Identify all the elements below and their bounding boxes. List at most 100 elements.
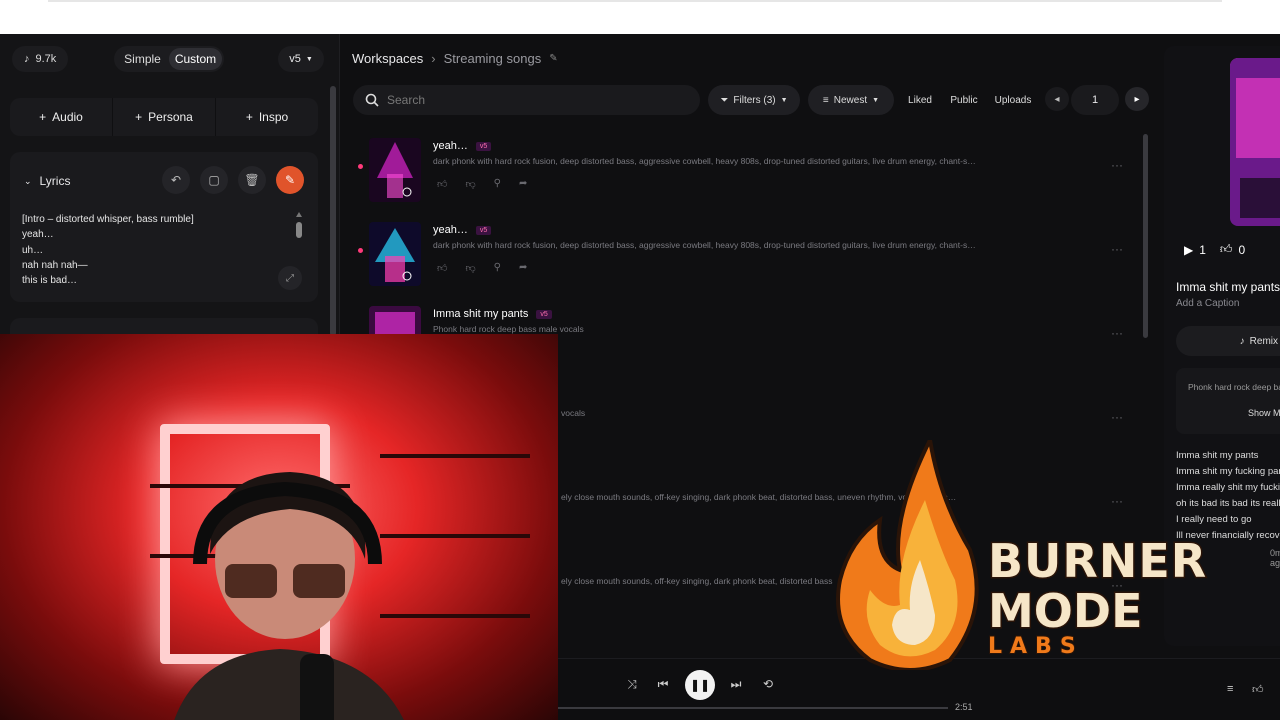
next-track-icon[interactable]: ⏭ bbox=[725, 673, 747, 695]
page-number[interactable]: 1 bbox=[1071, 85, 1119, 115]
breadcrumb-current: Streaming songs bbox=[443, 51, 542, 66]
song-row[interactable]: yeah… v5 dark phonk with hard rock fusion… bbox=[357, 134, 1137, 206]
song-description: dark phonk with hard rock fusion, deep d… bbox=[433, 156, 976, 166]
credits-count: 9.7k bbox=[35, 53, 57, 65]
public-filter[interactable]: Public bbox=[945, 85, 983, 115]
song-description: Phonk hard rock deep bass male vocals bbox=[433, 324, 584, 334]
version-select[interactable]: v5 ▼ bbox=[278, 46, 324, 72]
show-more-button[interactable]: Show More bbox=[1248, 408, 1280, 418]
thumbs-up-icon: 👍︎ bbox=[1219, 242, 1233, 256]
browser-top-strip bbox=[0, 0, 1280, 34]
search-input[interactable]: Search bbox=[353, 85, 700, 115]
song-artwork[interactable] bbox=[1230, 58, 1280, 226]
chevron-right-icon: ▸ bbox=[1134, 93, 1140, 105]
more-options-icon[interactable]: ··· bbox=[1111, 158, 1123, 172]
style-box: Phonk hard rock deep bass Show More bbox=[1176, 368, 1280, 434]
thumbs-down-icon[interactable]: 👎︎ bbox=[465, 262, 475, 274]
thumbs-up-icon[interactable]: 👍︎ bbox=[437, 178, 447, 190]
track-duration: 2:51 bbox=[955, 702, 973, 712]
undo-icon[interactable]: ↶ bbox=[162, 166, 190, 194]
more-options-icon[interactable]: ··· bbox=[1111, 326, 1123, 340]
share-icon[interactable]: ➦ bbox=[519, 262, 527, 274]
lyrics-header[interactable]: ⌄ Lyrics bbox=[24, 174, 70, 188]
magic-wand-icon[interactable]: ✎ bbox=[276, 166, 304, 194]
add-audio-button[interactable]: + Audio bbox=[10, 98, 113, 136]
lyrics-label: Lyrics bbox=[39, 174, 71, 188]
queue-icon[interactable]: ≡ bbox=[1227, 683, 1233, 695]
pause-icon: ❚❚ bbox=[689, 678, 711, 692]
song-title[interactable]: yeah… bbox=[433, 140, 468, 152]
mode-custom-tab[interactable]: Custom bbox=[169, 48, 222, 70]
credits-badge[interactable]: ♪ 9.7k bbox=[12, 46, 69, 72]
breadcrumb-workspaces[interactable]: Workspaces bbox=[352, 51, 423, 66]
trash-icon[interactable]: 🗑 bbox=[238, 166, 266, 194]
shelf bbox=[380, 454, 530, 458]
filters-button[interactable]: ⏷ Filters (3) ▼ bbox=[708, 85, 800, 115]
left-scrollbar[interactable] bbox=[330, 86, 336, 336]
pin-icon[interactable]: ⚲ bbox=[494, 262, 501, 274]
remix-label: Remix bbox=[1249, 335, 1278, 347]
pause-button[interactable]: ❚❚ bbox=[685, 670, 715, 700]
thumbs-up-icon[interactable]: 👍︎ bbox=[1252, 683, 1264, 696]
song-description: dark phonk with hard rock fusion, deep d… bbox=[433, 240, 976, 250]
like-count[interactable]: 👍︎ 0 bbox=[1220, 242, 1245, 257]
add-inspo-button[interactable]: + Inspo bbox=[216, 98, 318, 136]
expand-icon[interactable]: ⤢ bbox=[278, 266, 302, 290]
thumbs-down-icon[interactable]: 👎︎ bbox=[465, 178, 475, 190]
remix-button[interactable]: ♪ Remix bbox=[1176, 326, 1280, 356]
add-persona-button[interactable]: + Persona bbox=[113, 98, 216, 136]
pencil-icon[interactable]: ✎ bbox=[549, 53, 557, 64]
time-ago: 0m ago bbox=[1270, 548, 1280, 568]
play-icon: ▶ bbox=[1184, 242, 1194, 257]
add-persona-label: Persona bbox=[148, 110, 193, 124]
more-options-icon[interactable]: ··· bbox=[1111, 410, 1123, 424]
thumbs-up-icon[interactable]: 👍︎ bbox=[437, 262, 447, 274]
new-indicator bbox=[358, 248, 363, 253]
sort-label: Newest bbox=[833, 94, 868, 106]
copy-icon[interactable]: ▢ bbox=[200, 166, 228, 194]
share-icon[interactable]: ➦ bbox=[519, 178, 527, 190]
mode-toggle[interactable]: Simple Custom bbox=[114, 46, 224, 72]
logo-word-mode: MODE bbox=[987, 584, 1144, 638]
public-label: Public bbox=[950, 94, 978, 106]
chevron-down-icon: ▼ bbox=[305, 55, 313, 63]
sort-button[interactable]: ≡ Newest ▼ bbox=[808, 85, 894, 115]
lyrics-scrollbar[interactable] bbox=[296, 212, 302, 242]
add-sources-row: + Audio + Persona + Inspo bbox=[10, 98, 318, 136]
repeat-icon[interactable]: ⟲ bbox=[757, 673, 779, 695]
search-icon bbox=[365, 93, 379, 107]
mode-simple-tab[interactable]: Simple bbox=[116, 48, 169, 70]
previous-track-icon[interactable]: ⏮ bbox=[652, 673, 674, 695]
plus-icon: + bbox=[39, 110, 47, 124]
streamer-person bbox=[174, 472, 404, 720]
play-count[interactable]: ▶ 1 bbox=[1184, 243, 1206, 257]
filters-label: Filters (3) bbox=[733, 94, 776, 106]
liked-filter[interactable]: Liked bbox=[902, 85, 938, 115]
burner-mode-labs-logo: BURNER MODE LABS bbox=[830, 440, 1230, 670]
song-title[interactable]: Imma shit my pants bbox=[433, 308, 528, 320]
lyrics-textarea[interactable]: [Intro – distorted whisper, bass rumble]… bbox=[22, 212, 194, 288]
chevron-left-icon: ◂ bbox=[1054, 93, 1060, 105]
search-placeholder: Search bbox=[387, 93, 426, 107]
add-caption[interactable]: Add a Caption bbox=[1176, 298, 1239, 309]
song-cover[interactable] bbox=[369, 222, 421, 286]
next-page-button[interactable]: ▸ bbox=[1125, 87, 1149, 111]
list-scrollbar[interactable] bbox=[1143, 134, 1148, 338]
more-options-icon[interactable]: ··· bbox=[1111, 242, 1123, 256]
song-description: vocals bbox=[561, 408, 586, 418]
song-title[interactable]: yeah… bbox=[433, 224, 468, 236]
uploads-filter[interactable]: Uploads bbox=[991, 85, 1035, 115]
music-note-icon: ♪ bbox=[24, 53, 30, 65]
divider bbox=[48, 0, 1222, 2]
pin-icon[interactable]: ⚲ bbox=[494, 178, 501, 190]
song-cover[interactable] bbox=[369, 138, 421, 202]
add-audio-label: Audio bbox=[52, 110, 83, 124]
progress-track[interactable] bbox=[558, 707, 948, 709]
lyrics-card: ⌄ Lyrics ↶ ▢ 🗑 ✎ [Intro – distorted whis… bbox=[10, 152, 318, 302]
prev-page-button[interactable]: ◂ bbox=[1045, 87, 1069, 111]
song-row[interactable]: yeah… v5 dark phonk with hard rock fusion… bbox=[357, 218, 1137, 290]
shuffle-icon[interactable]: ⤨ bbox=[621, 673, 643, 695]
add-inspo-label: Inspo bbox=[258, 110, 289, 124]
sort-icon: ≡ bbox=[822, 94, 829, 106]
play-count-value: 1 bbox=[1199, 242, 1206, 257]
